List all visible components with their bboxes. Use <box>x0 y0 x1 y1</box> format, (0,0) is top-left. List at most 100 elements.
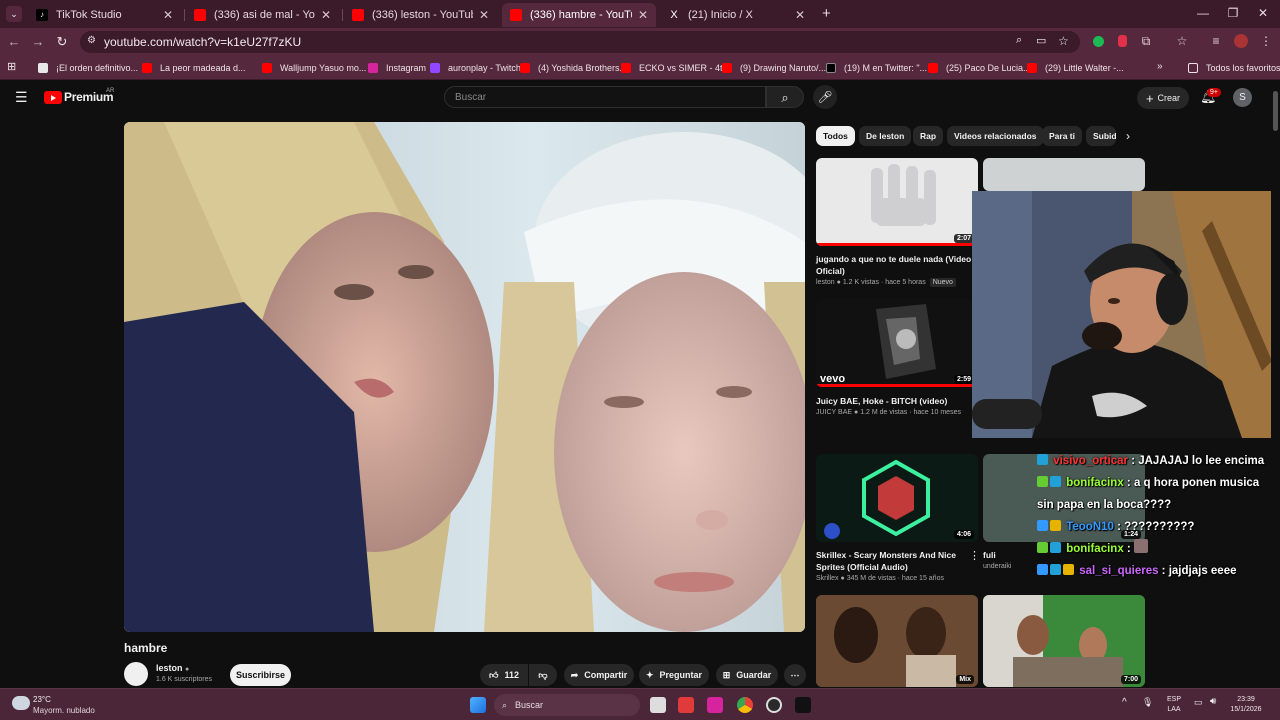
tiktok-icon[interactable] <box>795 697 811 713</box>
hamburger-menu-icon[interactable]: ☰ <box>15 89 28 106</box>
mic-tray-icon[interactable]: 🎙︎ <box>1142 697 1153 708</box>
address-bar[interactable]: ⚙ youtube.com/watch?v=k1eU27f7zKU ⌕ ▭ ☆ <box>80 31 1080 53</box>
bookmark-item[interactable]: ECKO vs SIMER - 4t... <box>621 61 730 75</box>
extension-green-icon[interactable] <box>1090 34 1106 50</box>
site-info-icon[interactable]: ⚙ <box>87 35 96 46</box>
bookmark-item[interactable]: (4) Yoshida Brothers... <box>520 61 627 75</box>
channel-name[interactable]: leston ● <box>156 663 189 673</box>
ask-button[interactable]: ✦ Preguntar <box>639 664 709 686</box>
extension-red-icon[interactable] <box>1114 34 1130 50</box>
chevron-right-icon[interactable]: › <box>1126 129 1130 143</box>
tab-inicio-x[interactable]: X (21) Inicio / X ✕ <box>660 3 813 27</box>
thumbnail-image <box>983 595 1145 687</box>
recommendation-thumbnail[interactable]: 4:06 <box>816 454 978 542</box>
bookmark-item[interactable]: (25) Paco De Lucia... <box>928 61 1031 75</box>
recommendation-title[interactable]: Skrillex - Scary Monsters And Nice Sprit… <box>816 549 961 573</box>
save-button[interactable]: ⊞ Guardar <box>716 664 778 686</box>
search-input[interactable]: Buscar <box>444 86 766 108</box>
language-indicator[interactable]: ESP LAA <box>1162 695 1186 715</box>
bookmark-star-icon[interactable]: ☆ <box>1058 34 1069 48</box>
all-favorites-folder[interactable]: Todos los favoritos <box>1188 61 1280 75</box>
taskbar-search[interactable]: ⌕ Buscar <box>494 694 640 716</box>
account-avatar[interactable]: S <box>1233 88 1252 107</box>
cast-icon[interactable]: ▭ <box>1036 34 1046 47</box>
instagram-icon[interactable] <box>707 697 723 713</box>
media-control-icon[interactable]: ≡ <box>1208 34 1224 50</box>
close-icon[interactable]: ✕ <box>638 8 648 22</box>
webcam-image <box>972 191 1278 438</box>
chip-rap[interactable]: Rap <box>913 126 944 146</box>
close-icon[interactable]: ✕ <box>163 8 173 22</box>
tray-chevron-icon[interactable]: ^ <box>1122 697 1127 708</box>
dislike-button[interactable]: 👎︎ <box>529 664 557 686</box>
menu-icon[interactable]: ⋮ <box>1258 34 1274 50</box>
chip-todos[interactable]: Todos <box>816 126 855 146</box>
create-button[interactable]: + Crear <box>1137 87 1189 109</box>
recommendation-thumbnail[interactable] <box>983 158 1145 191</box>
recommendation-title[interactable]: fuli <box>983 549 1043 561</box>
close-icon[interactable]: ✕ <box>795 8 805 22</box>
search-button[interactable]: ⌕ <box>766 86 804 108</box>
bookmark-item[interactable]: (19) M en Twitter: "... <box>826 61 927 75</box>
more-vertical-icon[interactable]: ⋮ <box>969 549 980 562</box>
bookmark-item[interactable]: ¡El orden definitivo... <box>38 61 138 75</box>
video-player[interactable] <box>124 122 805 632</box>
favorites-icon[interactable]: ☆ <box>1174 34 1190 50</box>
chip-para-ti[interactable]: Para ti <box>1042 126 1082 146</box>
recommendation-thumbnail[interactable]: vevo 2:59 <box>816 299 978 387</box>
recommendation-thumbnail[interactable]: 7:00 <box>983 595 1145 687</box>
bookmark-item[interactable]: auronplay - Twitch <box>430 61 521 75</box>
volume-icon[interactable]: 🔊︎ <box>1210 696 1216 707</box>
streamer-webcam <box>972 191 1278 438</box>
bookmark-item[interactable]: (9) Drawing Naruto/... <box>722 61 826 75</box>
share-button[interactable]: ➦ Compartir <box>564 664 634 686</box>
zoom-icon[interactable]: ⌕ <box>1016 34 1022 47</box>
subscribe-button[interactable]: Suscribirse <box>230 664 291 686</box>
tab-asi-de-mal[interactable]: (336) asi de mal - YouTube ✕ <box>186 3 339 27</box>
tab-tiktok-studio[interactable]: ♪ TikTok Studio ✕ <box>28 3 181 27</box>
close-icon[interactable]: ✕ <box>321 8 331 22</box>
close-icon[interactable]: ✕ <box>479 8 489 22</box>
x-icon <box>826 63 836 73</box>
network-icon[interactable]: ▭ <box>1194 697 1203 708</box>
forward-icon[interactable]: → <box>28 34 48 49</box>
youtube-logo-icon[interactable] <box>44 91 62 104</box>
reload-icon[interactable]: ↻ <box>52 34 72 50</box>
task-view-icon[interactable] <box>650 697 666 713</box>
apps-icon[interactable]: ⊞ <box>7 60 16 73</box>
tab-hambre[interactable]: (336) hambre - YouTube ✕ <box>502 3 656 27</box>
chip-subidos[interactable]: Subid <box>1086 126 1116 146</box>
like-button[interactable]: 👍︎ 112 <box>480 664 528 686</box>
bookmark-item[interactable]: La peor madeada d... <box>142 61 246 75</box>
more-actions-button[interactable]: ⋯ <box>784 664 806 686</box>
weather-icon[interactable] <box>12 696 30 710</box>
window-close-icon[interactable]: ✕ <box>1248 6 1278 20</box>
bookmark-item[interactable]: Walljump Yasuo mo... <box>262 61 366 75</box>
page-scrollbar[interactable] <box>1271 81 1280 688</box>
minimize-icon[interactable]: — <box>1188 6 1218 20</box>
weather-temp[interactable]: 23°C <box>33 695 51 704</box>
clock[interactable]: 23:39 15/1/2026 <box>1226 695 1266 715</box>
bookmark-item[interactable]: Instagram <box>368 61 426 75</box>
bookmark-item[interactable]: (29) Little Walter -... <box>1027 61 1124 75</box>
profile-icon[interactable] <box>1233 34 1249 50</box>
chrome-icon[interactable] <box>737 697 753 713</box>
restore-icon[interactable]: ❐ <box>1218 6 1248 20</box>
back-icon[interactable]: ← <box>4 34 24 49</box>
obs-icon[interactable] <box>766 697 782 713</box>
chip-videos-relacionados[interactable]: Videos relacionados <box>947 126 1044 146</box>
chevron-right-icon[interactable]: » <box>1157 61 1163 72</box>
tab-search-icon[interactable]: ⌄ <box>6 6 22 22</box>
channel-avatar[interactable] <box>124 662 148 686</box>
chip-de-leston[interactable]: De leston <box>859 126 912 146</box>
app-red-icon[interactable] <box>678 697 694 713</box>
mic-icon[interactable]: 🎤︎ <box>813 85 837 109</box>
extensions-puzzle-icon[interactable]: ⧉ <box>1138 34 1154 50</box>
recommendation-title[interactable]: jugando a que no te duele nada (Video Of… <box>816 253 976 277</box>
new-tab-button[interactable]: + <box>822 5 831 22</box>
recommendation-title[interactable]: Juicy BAE, Hoke - BITCH (video) <box>816 395 976 407</box>
recommendation-thumbnail[interactable]: Mix <box>816 595 978 687</box>
recommendation-thumbnail[interactable]: 2:07 <box>816 158 978 246</box>
tab-leston[interactable]: (336) leston - YouTube ✕ <box>344 3 497 27</box>
windows-start-icon[interactable] <box>470 697 486 713</box>
